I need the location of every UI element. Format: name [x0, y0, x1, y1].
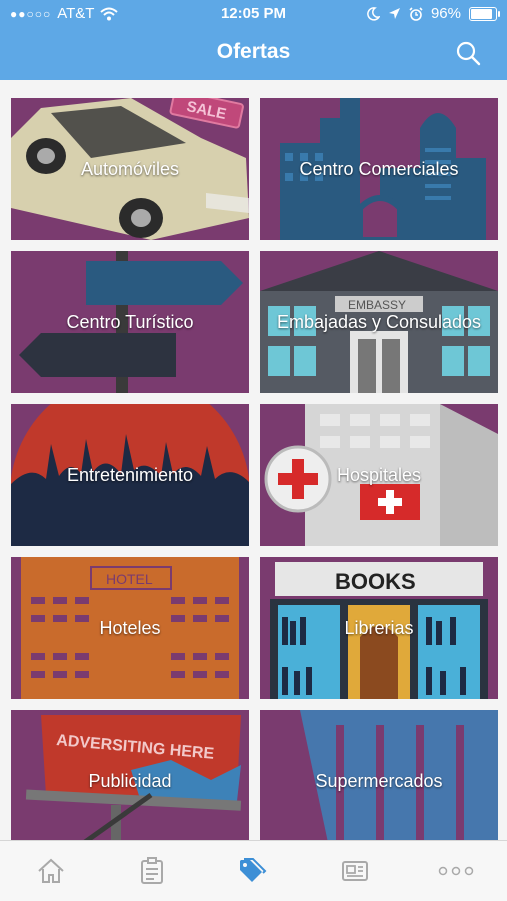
category-label: Centro Comerciales	[299, 159, 459, 179]
tab-news[interactable]	[325, 846, 385, 896]
tab-bar	[0, 840, 507, 901]
alarm-icon	[409, 6, 423, 21]
category-label: Supermercados	[315, 771, 443, 791]
category-label: Hoteles	[99, 618, 161, 638]
category-grid: SALE Automóviles Centro Comerciales Cent…	[11, 98, 498, 840]
page-title: Ofertas	[216, 40, 291, 63]
battery-percent: 96%	[430, 5, 461, 22]
category-label: Librerias	[344, 618, 414, 638]
books-sign-text: BOOKS	[335, 569, 416, 594]
tab-clipboard[interactable]	[122, 846, 182, 896]
tag-icon	[240, 858, 267, 882]
category-label: Hospitales	[336, 465, 422, 485]
battery-icon	[469, 6, 500, 21]
moon-icon	[367, 6, 380, 21]
hotel-sign-text: HOTEL	[106, 571, 153, 587]
search-icon[interactable]	[455, 40, 481, 66]
location-icon	[388, 8, 400, 19]
category-tile-entretenimiento[interactable]: Entretenimiento	[11, 404, 249, 546]
tab-more[interactable]	[426, 846, 486, 896]
more-icon	[439, 866, 474, 876]
category-label: Entretenimiento	[66, 465, 194, 485]
category-tile-embajadas[interactable]: EMBASSY Embajadas y Consulados	[260, 251, 498, 393]
category-tile-supermercados[interactable]: Supermercados	[260, 710, 498, 840]
home-icon	[38, 858, 64, 883]
category-tile-hospitales[interactable]: Hospitales	[260, 404, 498, 546]
embassy-sign-text: EMBASSY	[348, 298, 406, 312]
category-tile-centro-comerciales[interactable]: Centro Comerciales	[260, 98, 498, 240]
category-label: Publicidad	[88, 771, 172, 791]
category-tile-automoviles[interactable]: SALE Automóviles	[11, 98, 249, 240]
category-label: Centro Turístico	[66, 312, 194, 332]
clipboard-icon	[141, 857, 164, 884]
category-tile-librerias[interactable]: BOOKS Librerias	[260, 557, 498, 699]
category-label: Embajadas y Consulados	[276, 312, 482, 332]
app-header: ●●○○○ AT&T 12:05 PM 96% Ofertas	[0, 0, 507, 80]
category-label: Automóviles	[80, 159, 180, 179]
category-tile-hoteles[interactable]: HOTEL Hoteles	[11, 557, 249, 699]
category-tile-centro-turistico[interactable]: Centro Turístico	[11, 251, 249, 393]
tab-offers[interactable]	[223, 846, 283, 896]
category-tile-publicidad[interactable]: ADVERSITING HERE Publicidad	[11, 710, 249, 840]
newspaper-icon	[341, 861, 368, 881]
status-bar: ●●○○○ AT&T 12:05 PM 96%	[0, 0, 507, 28]
tab-home[interactable]	[21, 846, 81, 896]
